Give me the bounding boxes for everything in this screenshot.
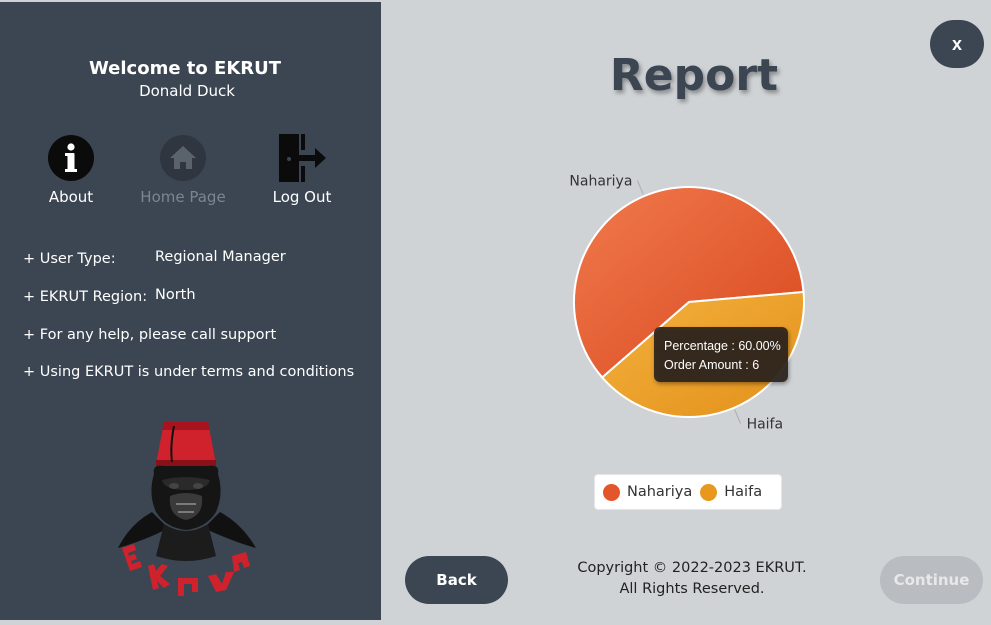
tooltip-order-amount: Order Amount : 6 [664,358,759,372]
logout-icon [279,134,326,182]
leader-line-nahariya [636,180,644,195]
help-text: + For any help, please call support [23,327,277,343]
continue-button[interactable]: Continue [880,556,983,604]
logout-button[interactable]: Log Out [262,132,342,206]
home-icon [160,135,206,181]
copyright: Copyright © 2022-2023 EKRUT. All Rights … [562,558,822,600]
terms-text: + Using EKRUT is under terms and conditi… [23,364,355,380]
legend-label-haifa: Haifa [724,484,763,500]
ekrut-logo [118,422,256,596]
copyright-line-1: Copyright © 2022-2023 EKRUT. [577,560,807,576]
back-button[interactable]: Back [405,556,508,604]
legend-swatch-nahariya [603,483,620,501]
pie-label-haifa: Haifa [747,417,784,433]
copyright-line-2: All Rights Reserved. [619,581,765,597]
legend-item-haifa[interactable]: Haifa [700,483,763,501]
chart-tooltip [654,327,788,382]
about-button[interactable]: About [30,132,112,206]
home-page-label: Home Page [140,188,226,206]
welcome-title: Welcome to EKRUT [88,58,282,79]
pie-chart: Nahariya Haifa Percentage : 60.00% Order … [569,173,805,433]
info-icon [48,135,94,181]
legend-item-nahariya[interactable]: Nahariya [603,483,693,501]
close-button[interactable]: x [930,20,984,68]
sidebar: Welcome to EKRUT Donald Duck About Home … [0,2,381,620]
user-name: Donald Duck [139,82,235,100]
region-value: North [155,287,196,303]
pie-label-nahariya: Nahariya [569,173,632,189]
chart-legend: Nahariya Haifa [594,474,782,510]
about-label: About [48,188,94,206]
user-type-label: + User Type: [23,251,116,267]
close-icon: x [951,33,962,54]
leader-line-haifa [734,409,742,424]
home-page-button[interactable]: Home Page [135,132,231,206]
logout-label: Log Out [272,188,332,206]
user-type-value: Regional Manager [155,249,286,265]
tooltip-percentage: Percentage : 60.00% [664,339,781,353]
region-label: + EKRUT Region: [23,289,148,305]
legend-label-nahariya: Nahariya [627,484,693,500]
page-title: Report [609,50,779,101]
legend-swatch-haifa [700,483,718,501]
